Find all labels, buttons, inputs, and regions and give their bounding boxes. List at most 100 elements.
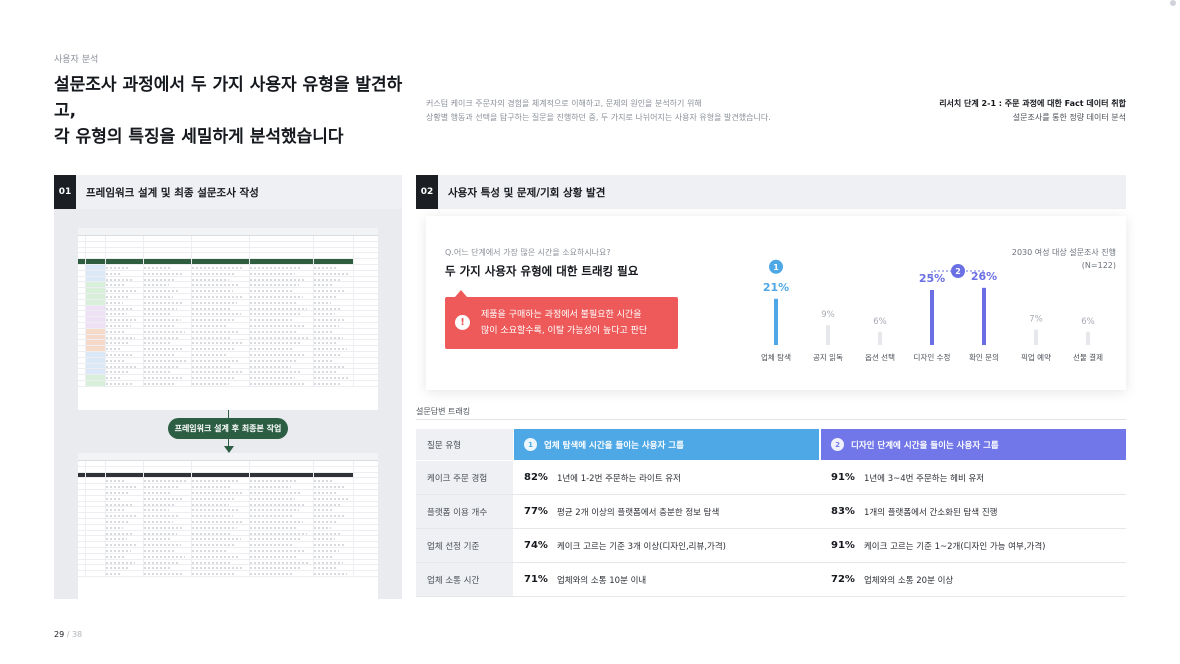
chart-value-label: 26% [971,270,997,283]
page-separator: / [64,630,72,639]
sheet-row [78,380,378,387]
table-row-question: 케이크 주문 경험 [416,461,513,494]
page-title: 설문조사 과정에서 두 가지 사용자 유형을 발견하고, 각 유형의 특징을 세… [54,72,414,150]
research-step-subtitle: 설문조사를 통한 정량 데이터 분석 [1012,113,1126,122]
research-step-title: 리서치 단계 2-1 : 주문 과정에 대한 Fact 데이터 취합 [939,99,1126,108]
sheet-row [78,571,378,577]
group1-percent: 82% [524,472,548,483]
corner-decoration [1170,0,1176,6]
group1-number-badge: 1 [524,438,537,451]
arrow-down-icon [224,446,234,453]
table-row-group1: 82% 1년에 1-2번 주문하는 라이트 유저 [514,461,819,494]
table-divider [416,419,1126,420]
group1-percent: 74% [524,540,548,551]
header-group2: 2 디자인 단계에 시간을 들이는 사용자 그룹 [821,429,1126,460]
spreadsheet-framework-image [78,228,378,410]
chart-bar [1086,331,1090,345]
table-row-group1: 77% 평균 2개 이상의 플랫폼에서 충분한 정보 탐색 [514,495,819,528]
group1-text: 1년에 1-2번 주문하는 라이트 유저 [556,473,681,484]
description-line1: 커스텀 케이크 주문자의 경험을 체계적으로 이해하고, 문제의 원인을 분석하… [426,99,702,108]
group2-percent: 83% [831,506,855,517]
chart-category-label: 확인 문의 [969,352,999,362]
chart-category-label: 공지 읽독 [813,353,843,362]
panel1-title: 프레임워크 설계 및 최종 설문조사 작성 [86,186,259,199]
group2-percent: 91% [831,472,855,483]
chart-bar [1034,329,1038,345]
table-row-group2: 72% 업체와의 소통 20분 이상 [821,563,1126,596]
chart-value-label: 21% [763,281,789,294]
table-row-group1: 71% 업체와의 소통 10분 이내 [514,563,819,596]
bar-chart: 21%업체 탐색9%공지 읽독6%옵션 선택25%디자인 수정26%확인 문의7… [761,259,1103,362]
alert-icon: ! [455,315,470,330]
page-title-line1: 설문조사 과정에서 두 가지 사용자 유형을 발견하고, [54,75,403,121]
question-title: 두 가지 사용자 유형에 대한 트래킹 필요 [445,264,639,278]
panel1-number: 01 [54,175,76,209]
chart-category-label: 선물 결제 [1073,352,1103,362]
description-line2: 상황별 행동과 선택을 탐구하는 질문을 진행하던 중, 두 가지로 나뉘어지는… [426,113,771,122]
question-type-label: 케이크 주문 경험 [427,473,488,484]
header-group1-label: 업체 탐색에 시간을 들이는 사용자 그룹 [544,440,684,451]
marker-badge-2-label: 2 [955,267,961,276]
chart-bar [930,290,934,345]
chart-category-label: 디자인 수정 [914,352,951,362]
page-total: 38 [71,630,83,639]
group1-text: 케이크 고르는 기준 3개 이상(디자인,리뷰,가격) [556,541,726,552]
chart-bar [982,287,986,345]
question-type-label: 업체 소통 시간 [427,575,480,586]
table-row-group2: 83% 1개의 플랫폼에서 간소화된 탐색 진행 [821,495,1126,528]
chart-category-label: 픽업 예약 [1021,352,1051,362]
question-type-label: 업체 선정 기준 [427,541,480,552]
table-row-question: 플랫폼 이용 개수 [416,495,513,528]
table-row-group2: 91% 1년에 3~4번 주문하는 헤비 유저 [821,461,1126,494]
chart-value-label: 7% [1029,315,1043,325]
group2-percent: 72% [831,574,855,585]
group2-text: 케이크 고르는 기준 1~2개(디자인 가능 여부,가격) [863,541,1046,552]
section-label: 사용자 분석 [54,55,99,65]
group1-percent: 77% [524,506,548,517]
page-title-line2: 각 유형의 특징을 세밀하게 분석했습니다 [54,127,344,147]
connector-label: 프레임워크 설계 후 최종본 작업 [168,418,288,439]
panel2-header: 02 사용자 특성 및 문제/기회 상황 발견 [416,175,1126,209]
table-row-divider [416,596,1126,597]
group2-text: 업체와의 소통 20분 이상 [863,575,954,586]
chart-value-label: 6% [873,317,887,327]
chart-category-label: 업체 탐색 [761,352,791,362]
chart-value-label: 6% [1081,317,1095,327]
table-caption: 설문답변 트래킹 [416,407,471,416]
chart-value-label: 25% [919,272,945,285]
group2-text: 1년에 3~4번 주문하는 헤비 유저 [863,473,985,484]
group2-percent: 91% [831,540,855,551]
page-current: 29 [54,630,65,639]
chart-bar [826,325,830,345]
panel1-header: 01 프레임워크 설계 및 최종 설문조사 작성 [54,175,402,209]
chart-bar [878,331,882,345]
chart-bar [774,298,778,345]
header-question-type-label: 질문 유형 [427,440,461,451]
research-step: 리서치 단계 2-1 : 주문 과정에 대한 Fact 데이터 취합 설문조사를… [939,97,1126,125]
group1-percent: 71% [524,574,548,585]
callout-line2: 많이 소요할수록, 이탈 가능성이 높다고 판단 [481,326,648,336]
spreadsheet-final-survey-image [78,453,378,599]
insight-callout: 제품을 구매하는 과정에서 불필요한 시간을 많이 소요할수록, 이탈 가능성이… [445,297,678,349]
question-type-label: 플랫폼 이용 개수 [427,507,488,518]
header-group1: 1 업체 탐색에 시간을 들이는 사용자 그룹 [514,429,819,460]
group1-text: 평균 2개 이상의 플랫폼에서 충분한 정보 탐색 [556,507,720,518]
table-row-group2: 91% 케이크 고르는 기준 1~2개(디자인 가능 여부,가격) [821,529,1126,562]
group2-number-badge: 2 [831,438,844,451]
sheet-toolbar [78,228,378,236]
marker-badge-1-label: 1 [773,263,779,272]
group2-text: 1개의 플랫폼에서 간소화된 탐색 진행 [863,507,998,518]
callout-tail [455,290,467,297]
chart-category-label: 옵션 선택 [865,352,895,362]
table-row-question: 업체 소통 시간 [416,563,513,596]
page-number: 29 / 38 [54,630,82,639]
sheet-toolbar [78,453,378,461]
header-group2-label: 디자인 단계에 시간을 들이는 사용자 그룹 [851,440,999,451]
group1-text: 업체와의 소통 10분 이내 [556,575,647,586]
panel2-number: 02 [416,175,438,209]
page-description: 커스텀 케이크 주문자의 경험을 체계적으로 이해하고, 문제의 원인을 분석하… [426,97,826,125]
question-label: Q.어느 단계에서 가장 많은 시간을 소요하시나요? [445,248,611,257]
table-row-group1: 74% 케이크 고르는 기준 3개 이상(디자인,리뷰,가격) [514,529,819,562]
panel2-title: 사용자 특성 및 문제/기회 상황 발견 [448,186,606,199]
table-row-question: 업체 선정 기준 [416,529,513,562]
